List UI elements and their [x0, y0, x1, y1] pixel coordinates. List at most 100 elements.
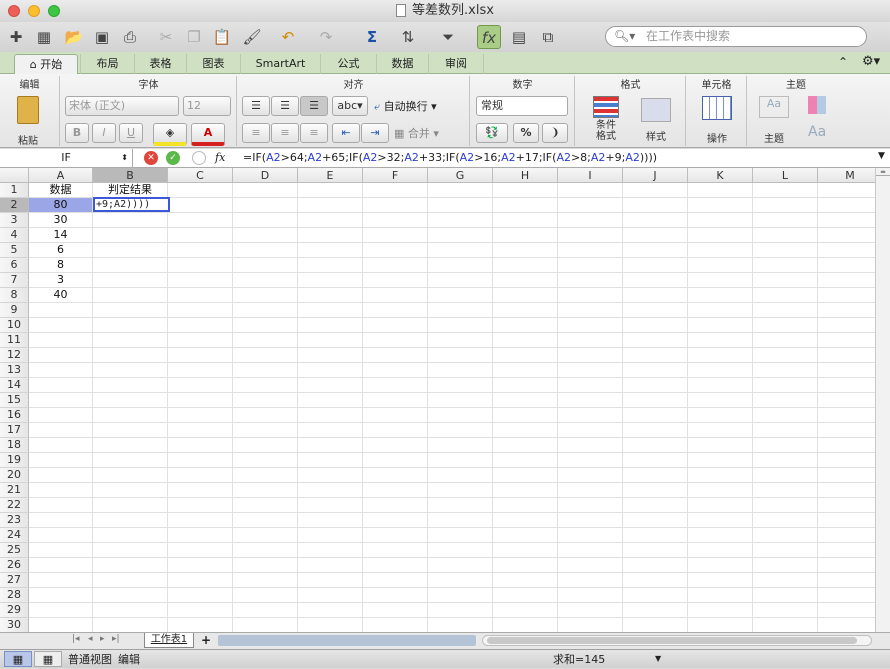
row-header[interactable]: 7: [0, 273, 29, 288]
cell-l14[interactable]: [753, 378, 818, 393]
row-header[interactable]: 27: [0, 573, 29, 588]
cell-l15[interactable]: [753, 393, 818, 408]
cell-b5[interactable]: [93, 243, 168, 258]
tab-charts[interactable]: 图表: [186, 54, 240, 74]
cell-b9[interactable]: [93, 303, 168, 318]
cell-e24[interactable]: [298, 528, 363, 543]
cell-k16[interactable]: [688, 408, 753, 423]
cell-b19[interactable]: [93, 453, 168, 468]
cell-e6[interactable]: [298, 258, 363, 273]
column-header-j[interactable]: J: [623, 168, 688, 183]
cell-m26[interactable]: [818, 558, 875, 573]
horizontal-scroll-thumb[interactable]: [487, 637, 857, 644]
paste-icon[interactable]: 📋: [210, 25, 234, 49]
row-header[interactable]: 17: [0, 423, 29, 438]
cell-c3[interactable]: [168, 213, 233, 228]
cell-f12[interactable]: [363, 348, 428, 363]
cell-g21[interactable]: [428, 483, 493, 498]
cell-b20[interactable]: [93, 468, 168, 483]
cell-a19[interactable]: [29, 453, 93, 468]
theme-colors-icon[interactable]: [808, 96, 826, 114]
cell-c4[interactable]: [168, 228, 233, 243]
cell-m12[interactable]: [818, 348, 875, 363]
cell-m7[interactable]: [818, 273, 875, 288]
cell-m11[interactable]: [818, 333, 875, 348]
cell-f28[interactable]: [363, 588, 428, 603]
cell-k5[interactable]: [688, 243, 753, 258]
cell-g28[interactable]: [428, 588, 493, 603]
column-header-d[interactable]: D: [233, 168, 298, 183]
horizontal-scrollbar[interactable]: [482, 635, 872, 646]
cell-d23[interactable]: [233, 513, 298, 528]
cell-a10[interactable]: [29, 318, 93, 333]
cell-k30[interactable]: [688, 618, 753, 632]
cell-m15[interactable]: [818, 393, 875, 408]
cell-j2[interactable]: [623, 198, 688, 213]
cell-d7[interactable]: [233, 273, 298, 288]
cell-k3[interactable]: [688, 213, 753, 228]
split-handle-icon[interactable]: ═: [876, 168, 890, 176]
cell-d24[interactable]: [233, 528, 298, 543]
cell-actions-button[interactable]: 操作: [695, 96, 739, 145]
cell-c25[interactable]: [168, 543, 233, 558]
cell-b30[interactable]: [93, 618, 168, 632]
cell-j13[interactable]: [623, 363, 688, 378]
row-header[interactable]: 2: [0, 198, 29, 213]
cell-m9[interactable]: [818, 303, 875, 318]
cell-l1[interactable]: [753, 183, 818, 198]
cell-b6[interactable]: [93, 258, 168, 273]
cell-c30[interactable]: [168, 618, 233, 632]
cell-b17[interactable]: [93, 423, 168, 438]
cell-g7[interactable]: [428, 273, 493, 288]
cell-h10[interactable]: [493, 318, 558, 333]
cell-m4[interactable]: [818, 228, 875, 243]
cell-h4[interactable]: [493, 228, 558, 243]
cell-k7[interactable]: [688, 273, 753, 288]
row-header[interactable]: 23: [0, 513, 29, 528]
cell-d28[interactable]: [233, 588, 298, 603]
align-center-icon[interactable]: ≡: [271, 123, 299, 143]
cell-b10[interactable]: [93, 318, 168, 333]
cell-g15[interactable]: [428, 393, 493, 408]
cell-l6[interactable]: [753, 258, 818, 273]
sheet-next-icon[interactable]: ▸: [100, 634, 105, 644]
cell-b27[interactable]: [93, 573, 168, 588]
cell-a11[interactable]: [29, 333, 93, 348]
cell-i20[interactable]: [558, 468, 623, 483]
cell-b8[interactable]: [93, 288, 168, 303]
cell-d8[interactable]: [233, 288, 298, 303]
cell-j24[interactable]: [623, 528, 688, 543]
align-bottom-icon[interactable]: ☰: [300, 96, 328, 116]
row-header[interactable]: 19: [0, 453, 29, 468]
row-header[interactable]: 13: [0, 363, 29, 378]
cell-d18[interactable]: [233, 438, 298, 453]
cell-k9[interactable]: [688, 303, 753, 318]
cell-a9[interactable]: [29, 303, 93, 318]
cell-k20[interactable]: [688, 468, 753, 483]
select-all-corner[interactable]: [0, 168, 29, 183]
cell-i3[interactable]: [558, 213, 623, 228]
name-box-stepper-icon[interactable]: ⬍: [121, 149, 128, 167]
cell-b12[interactable]: [93, 348, 168, 363]
cell-a22[interactable]: [29, 498, 93, 513]
cell-g27[interactable]: [428, 573, 493, 588]
cancel-entry-icon[interactable]: ✕: [144, 151, 158, 165]
cell-f21[interactable]: [363, 483, 428, 498]
cell-j15[interactable]: [623, 393, 688, 408]
cell-c26[interactable]: [168, 558, 233, 573]
cell-e12[interactable]: [298, 348, 363, 363]
cell-j29[interactable]: [623, 603, 688, 618]
cell-a6[interactable]: 8: [29, 258, 93, 273]
cell-h24[interactable]: [493, 528, 558, 543]
text-orientation-button[interactable]: abc▾: [332, 96, 368, 116]
bold-button[interactable]: B: [65, 123, 89, 143]
cell-d22[interactable]: [233, 498, 298, 513]
column-header-h[interactable]: H: [493, 168, 558, 183]
cell-a27[interactable]: [29, 573, 93, 588]
align-top-icon[interactable]: ☰: [242, 96, 270, 116]
new-document-icon[interactable]: ✚: [4, 25, 28, 49]
cell-e23[interactable]: [298, 513, 363, 528]
cell-e8[interactable]: [298, 288, 363, 303]
row-header[interactable]: 22: [0, 498, 29, 513]
paste-button[interactable]: [10, 96, 46, 126]
